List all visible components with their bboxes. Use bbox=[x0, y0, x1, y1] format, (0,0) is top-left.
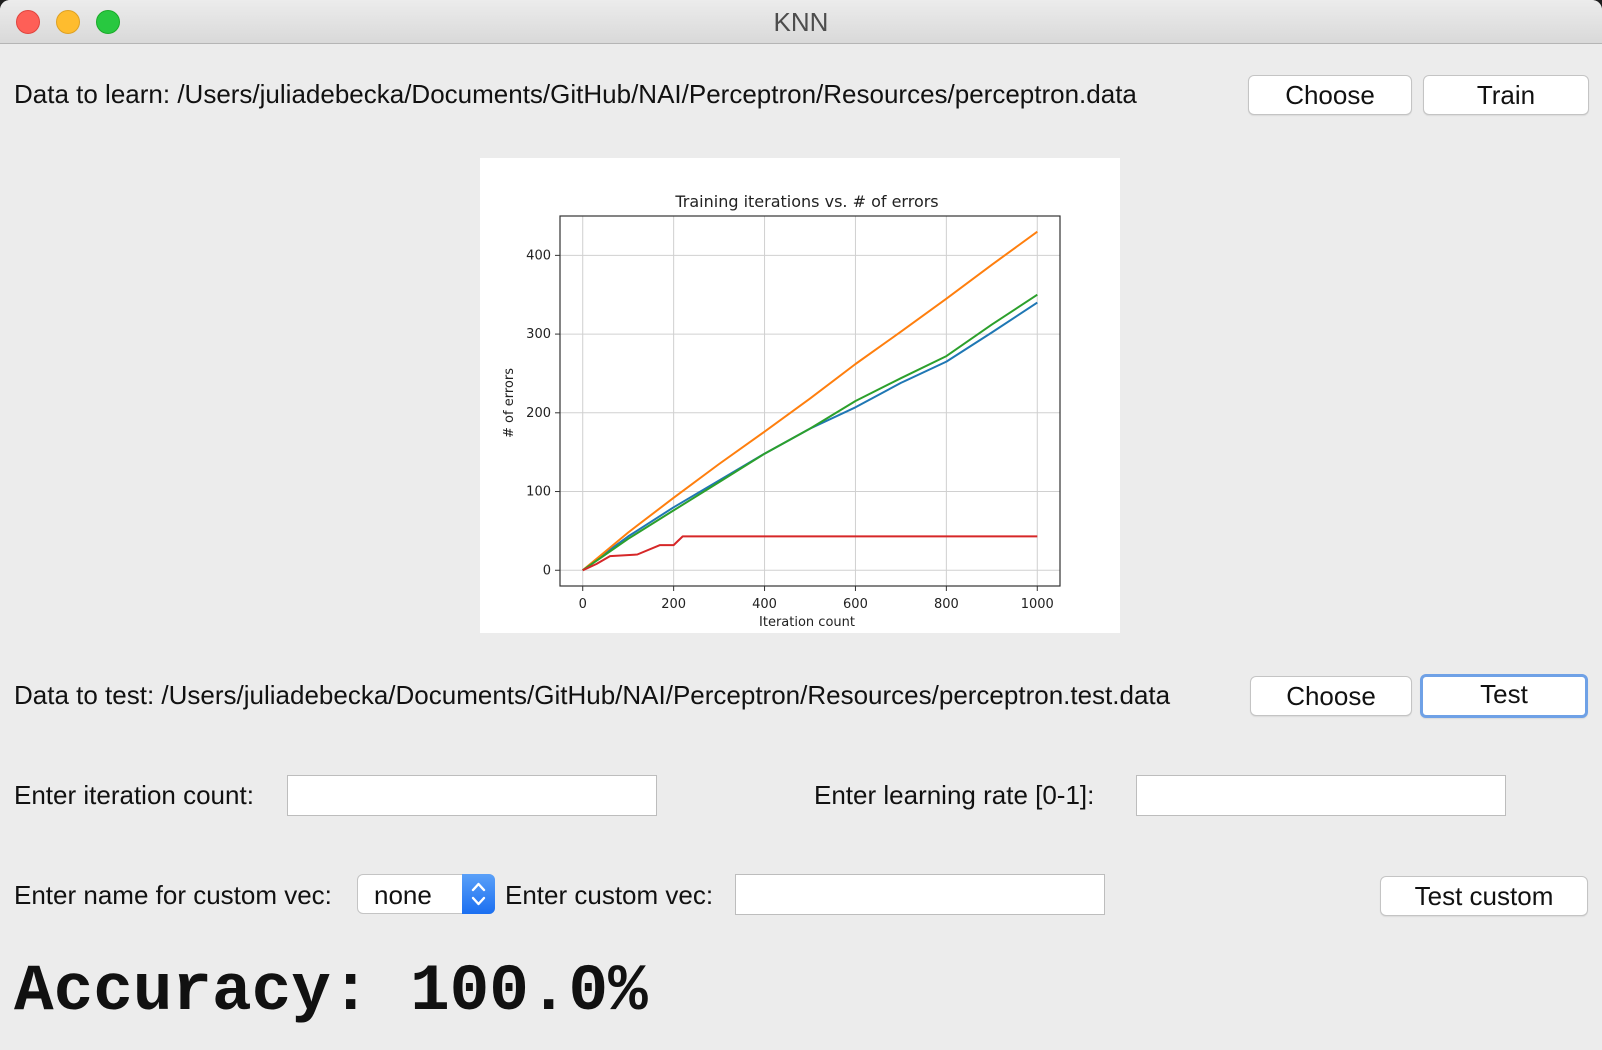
plot-frame bbox=[559, 215, 1061, 587]
chart-x-axis-label: Iteration count bbox=[759, 615, 855, 630]
x-tick-label: 0 bbox=[579, 597, 587, 612]
x-tick-label: 1000 bbox=[1021, 597, 1054, 612]
y-tick-label: 400 bbox=[526, 248, 551, 263]
custom-vec-name-label: Enter name for custom vec: bbox=[14, 880, 332, 910]
x-tick-label: 200 bbox=[661, 597, 686, 612]
chart-ticks: 0 200 400 600 800 1000 0 100 200 300 400 bbox=[526, 248, 1054, 612]
x-tick-label: 600 bbox=[843, 597, 868, 612]
y-tick-label: 0 bbox=[543, 563, 551, 578]
x-tick-label: 400 bbox=[752, 597, 777, 612]
series-line-4 bbox=[582, 535, 1038, 572]
train-button[interactable]: Train bbox=[1423, 75, 1589, 115]
window-title: KNN bbox=[773, 7, 829, 37]
choose-test-file-button[interactable]: Choose bbox=[1250, 676, 1412, 716]
chart-title: Training iterations vs. # of errors bbox=[674, 192, 938, 211]
y-tick-label: 100 bbox=[526, 485, 551, 500]
test-custom-button[interactable]: Test custom bbox=[1380, 876, 1588, 916]
chevron-updown-icon[interactable] bbox=[462, 874, 495, 914]
chart-lines bbox=[582, 230, 1038, 572]
series-line-2 bbox=[582, 230, 1038, 572]
accuracy-result: Accuracy: 100.0% bbox=[14, 954, 648, 1029]
custom-vec-label: Enter custom vec: bbox=[505, 880, 714, 910]
y-tick-label: 300 bbox=[526, 327, 551, 342]
learning-rate-label: Enter learning rate [0-1]: bbox=[814, 780, 1095, 810]
series-line-1 bbox=[582, 301, 1038, 572]
custom-vec-input[interactable] bbox=[735, 874, 1105, 915]
chart-grid bbox=[560, 216, 1060, 586]
iteration-count-label: Enter iteration count: bbox=[14, 780, 254, 810]
custom-vec-name-select[interactable]: none bbox=[357, 874, 495, 914]
test-data-path-label: Data to test: /Users/juliadebecka/Docume… bbox=[14, 680, 1171, 710]
chart-axes bbox=[559, 215, 1061, 587]
learning-rate-input[interactable] bbox=[1136, 775, 1506, 816]
series-line-3 bbox=[582, 293, 1038, 572]
app-window: KNN Data to learn: /Users/juliadebecka/D… bbox=[0, 0, 1602, 1050]
title-bar: KNN bbox=[0, 0, 1602, 44]
iteration-count-input[interactable] bbox=[287, 775, 657, 816]
chart-y-axis-label: # of errors bbox=[502, 368, 517, 438]
choose-train-file-button[interactable]: Choose bbox=[1248, 75, 1412, 115]
training-chart-svg: 0 200 400 600 800 1000 0 100 200 300 400 Training … bbox=[502, 192, 1061, 630]
train-data-path-label: Data to learn: /Users/juliadebecka/Docum… bbox=[14, 79, 1137, 109]
y-tick-label: 200 bbox=[526, 406, 551, 421]
x-tick-label: 800 bbox=[934, 597, 959, 612]
test-button[interactable]: Test bbox=[1420, 674, 1588, 718]
custom-vec-name-selected: none bbox=[374, 880, 432, 910]
training-chart: 0 200 400 600 800 1000 0 100 200 300 400 Training … bbox=[480, 158, 1120, 633]
